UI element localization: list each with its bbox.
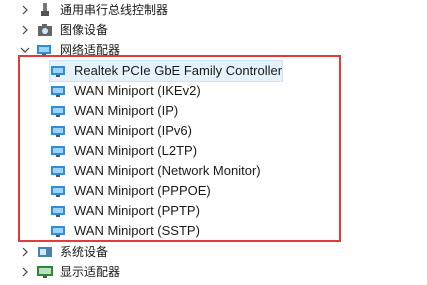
adapter-item-wan-sstp[interactable]: WAN Miniport (SSTP): [50, 221, 200, 241]
category-label: 通用串行总线控制器: [60, 3, 169, 17]
camera-icon: [36, 22, 54, 38]
adapter-item-wan-ikev2[interactable]: WAN Miniport (IKEv2): [50, 81, 201, 101]
adapter-label: Realtek PCIe GbE Family Controller: [74, 63, 283, 78]
network-adapter-icon: [50, 83, 68, 99]
chevron-down-icon[interactable]: [18, 43, 32, 57]
adapter-label: WAN Miniport (IKEv2): [74, 83, 201, 98]
network-adapter-icon: [50, 143, 68, 159]
adapter-item-realtek[interactable]: Realtek PCIe GbE Family Controller: [48, 60, 284, 82]
network-adapter-icon: [50, 203, 68, 219]
network-adapter-icon: [50, 123, 68, 139]
category-label: 系统设备: [60, 245, 109, 259]
adapter-item-wan-pppoe[interactable]: WAN Miniport (PPPOE): [50, 181, 211, 201]
network-adapter-icon: [50, 163, 68, 179]
adapter-item-wan-ipv6[interactable]: WAN Miniport (IPv6): [50, 121, 192, 141]
adapter-item-wan-l2tp[interactable]: WAN Miniport (L2TP): [50, 141, 197, 161]
category-label: 显示适配器: [60, 265, 121, 279]
network-adapter-icon: [50, 183, 68, 199]
adapter-item-wan-pptp[interactable]: WAN Miniport (PPTP): [50, 201, 200, 221]
category-system-devices[interactable]: 系统设备: [18, 242, 108, 262]
chevron-right-icon[interactable]: [18, 3, 32, 17]
chevron-right-icon[interactable]: [18, 245, 32, 259]
network-adapter-icon: [50, 103, 68, 119]
category-imaging-devices[interactable]: 图像设备: [18, 20, 108, 40]
category-label: 网络适配器: [60, 43, 121, 57]
adapter-label: WAN Miniport (SSTP): [74, 223, 200, 238]
adapter-item-wan-ip[interactable]: WAN Miniport (IP): [50, 101, 178, 121]
network-adapter-icon: [50, 63, 68, 79]
category-label: 图像设备: [60, 23, 109, 37]
category-network-adapters[interactable]: 网络适配器: [18, 40, 120, 60]
chevron-right-icon[interactable]: [18, 23, 32, 37]
adapter-label: WAN Miniport (Network Monitor): [74, 163, 261, 178]
adapter-label: WAN Miniport (PPTP): [74, 203, 200, 218]
category-display-adapters[interactable]: 显示适配器: [18, 262, 120, 282]
category-usb-controllers[interactable]: 通用串行总线控制器: [18, 0, 168, 20]
adapter-label: WAN Miniport (IP): [74, 103, 179, 118]
network-adapter-icon: [36, 42, 54, 58]
adapter-label: WAN Miniport (L2TP): [74, 143, 198, 158]
system-device-icon: [36, 244, 54, 260]
device-tree: 通用串行总线控制器 图像设备 网络适配器 Realtek PCIe GbE Fa…: [0, 0, 427, 285]
usb-controller-icon: [36, 2, 54, 18]
adapter-label: WAN Miniport (IPv6): [74, 123, 192, 138]
network-adapter-icon: [50, 223, 68, 239]
adapter-label: WAN Miniport (PPPOE): [74, 183, 211, 198]
chevron-right-icon[interactable]: [18, 265, 32, 279]
adapter-item-wan-network-monitor[interactable]: WAN Miniport (Network Monitor): [50, 161, 261, 181]
display-adapter-icon: [36, 264, 54, 280]
